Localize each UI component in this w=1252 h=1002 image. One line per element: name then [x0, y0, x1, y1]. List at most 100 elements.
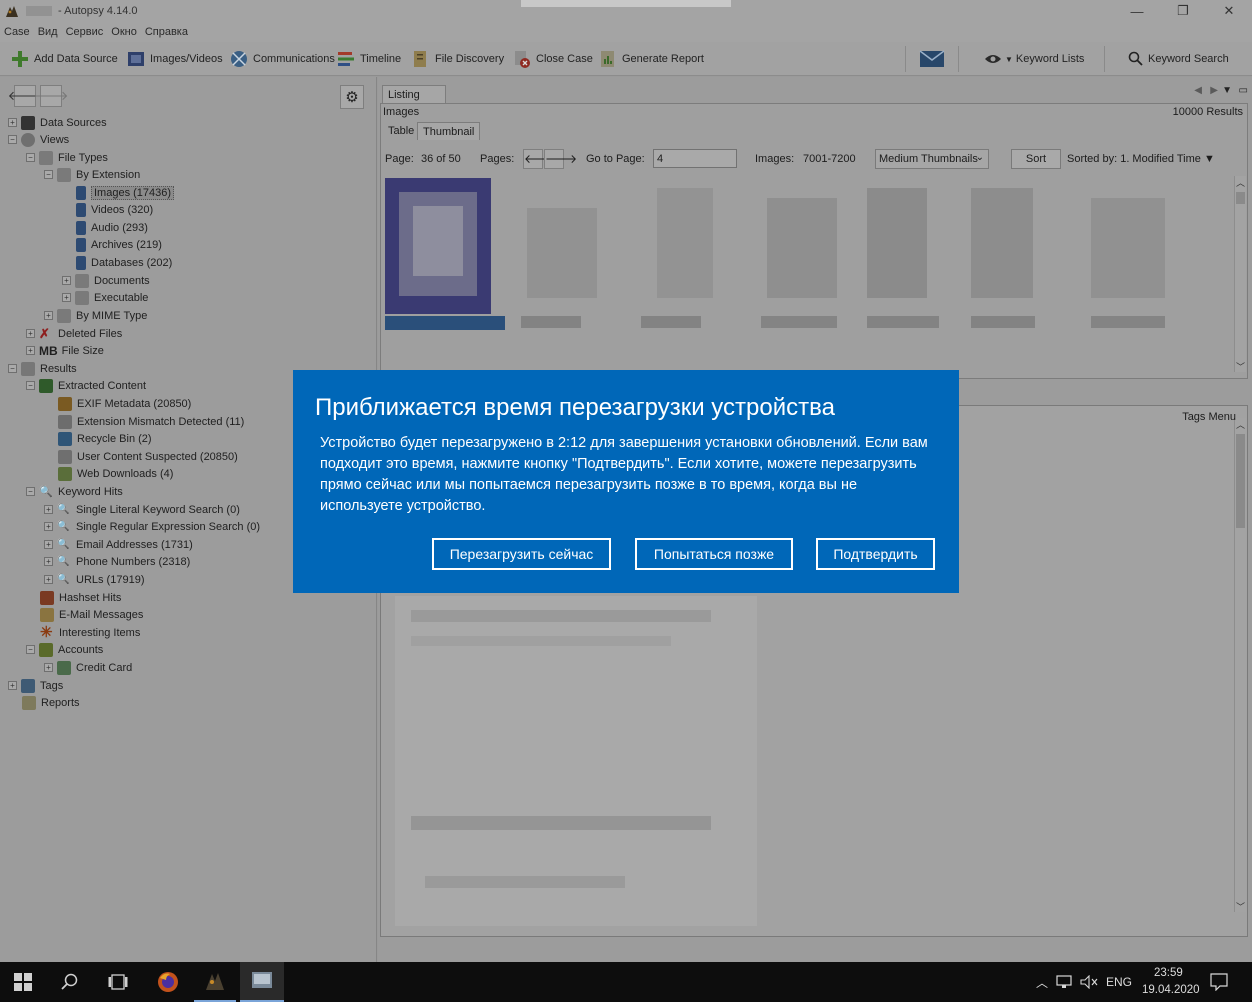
notifications-icon[interactable]: [1210, 973, 1228, 991]
clock-date[interactable]: 19.04.2020: [1142, 984, 1200, 996]
sort-button[interactable]: Sort: [1011, 149, 1061, 169]
collapse-icon[interactable]: −: [26, 381, 35, 390]
tree-item-documents[interactable]: + Documents: [62, 272, 150, 289]
tree-item-web-downloads[interactable]: Web Downloads (4): [58, 465, 173, 482]
expand-icon[interactable]: +: [62, 293, 71, 302]
tree-item-audio[interactable]: Audio (293): [76, 219, 148, 236]
tree-item-extension-mismatch[interactable]: Extension Mismatch Detected (11): [58, 413, 244, 430]
tab-thumbnail[interactable]: Thumbnail: [417, 122, 481, 140]
autopsy-taskbar-button[interactable]: [194, 962, 236, 1002]
expand-icon[interactable]: +: [44, 575, 53, 584]
goto-page-input[interactable]: [653, 149, 737, 168]
expand-icon[interactable]: +: [26, 329, 35, 338]
expand-icon[interactable]: +: [44, 522, 53, 531]
close-case-button[interactable]: Close Case: [512, 46, 593, 72]
network-icon[interactable]: [1056, 975, 1074, 989]
tree-item-by-mime-type[interactable]: + By MIME Type: [44, 307, 147, 324]
chevron-down-icon[interactable]: ﹀: [1235, 900, 1246, 912]
menu-help[interactable]: Справка: [145, 26, 188, 38]
language-indicator[interactable]: ENG: [1106, 975, 1132, 989]
clock-time[interactable]: 23:59: [1154, 967, 1183, 979]
tab-right-icon[interactable]: ▶: [1210, 85, 1218, 96]
thumbnail-item[interactable]: [637, 178, 737, 338]
scrollbar-thumb[interactable]: [1236, 192, 1245, 204]
communications-button[interactable]: Communications: [229, 46, 335, 72]
restart-now-button[interactable]: Перезагрузить сейчас: [432, 538, 611, 570]
scrollbar-thumb[interactable]: [1236, 434, 1245, 528]
gear-icon[interactable]: ⚙: [340, 85, 364, 109]
collapse-icon[interactable]: −: [8, 135, 17, 144]
expand-icon[interactable]: +: [44, 311, 53, 320]
close-button[interactable]: ✕: [1206, 0, 1252, 22]
tree-item-phone-numbers[interactable]: + 🔍 Phone Numbers (2318): [44, 553, 190, 570]
tree-item-data-sources[interactable]: + Data Sources: [8, 114, 107, 131]
volume-muted-icon[interactable]: [1080, 975, 1098, 989]
tree-item-deleted-files[interactable]: + ✗ Deleted Files: [26, 325, 122, 342]
thumbnail-scrollbar[interactable]: ︿ ﹀: [1234, 176, 1246, 372]
tree-item-recycle-bin[interactable]: Recycle Bin (2): [58, 430, 152, 447]
app-taskbar-button[interactable]: [240, 962, 284, 1002]
chevron-up-icon[interactable]: ︿: [1036, 974, 1048, 991]
thumbnail-item[interactable]: [867, 178, 967, 338]
forward-arrow-icon[interactable]: 🡒: [34, 85, 68, 107]
prev-page-arrow-icon[interactable]: 🡐: [523, 149, 556, 169]
collapse-icon[interactable]: −: [8, 364, 17, 373]
images-videos-button[interactable]: Images/Videos: [126, 46, 223, 72]
tree-item-videos[interactable]: Videos (320): [76, 201, 153, 218]
expand-icon[interactable]: +: [8, 118, 17, 127]
start-button[interactable]: [0, 962, 46, 1002]
thumbnail-item[interactable]: [971, 178, 1071, 338]
expand-icon[interactable]: +: [8, 681, 17, 690]
add-data-source-button[interactable]: Add Data Source: [10, 46, 118, 72]
taskbar-search-button[interactable]: [48, 962, 92, 1002]
confirm-button[interactable]: Подтвердить: [816, 538, 935, 570]
chevron-up-icon[interactable]: ︿: [1235, 176, 1246, 188]
tree-item-views[interactable]: − Views: [8, 131, 69, 148]
expand-icon[interactable]: +: [26, 346, 35, 355]
tree-item-file-types[interactable]: − File Types: [26, 149, 108, 166]
thumbnail-item[interactable]: [757, 178, 857, 338]
collapse-icon[interactable]: −: [26, 645, 35, 654]
tree-item-email-addresses[interactable]: + 🔍 Email Addresses (1731): [44, 536, 193, 553]
content-scrollbar[interactable]: ︿ ﹀: [1234, 418, 1246, 912]
thumbnail-item[interactable]: [385, 178, 505, 338]
thumbnail-item[interactable]: [1091, 178, 1191, 338]
tree-item-interesting-items[interactable]: ✳ Interesting Items: [40, 624, 140, 641]
tree-item-exif-metadata[interactable]: EXIF Metadata (20850): [58, 395, 191, 412]
thumbnail-size-select[interactable]: Medium Thumbnails ⌄: [875, 149, 989, 169]
menu-tools[interactable]: Сервис: [66, 26, 104, 38]
menu-view[interactable]: Вид: [38, 26, 58, 38]
tree-item-tags[interactable]: + Tags: [8, 677, 63, 694]
menu-window[interactable]: Окно: [111, 26, 137, 38]
timeline-button[interactable]: Timeline: [336, 46, 401, 72]
keyword-search-button[interactable]: Keyword Search: [1128, 46, 1229, 72]
tab-list-icon[interactable]: ▼: [1222, 85, 1232, 96]
tab-listing[interactable]: Listing: [382, 85, 446, 103]
tree-item-credit-card[interactable]: + Credit Card: [44, 659, 132, 676]
collapse-icon[interactable]: −: [44, 170, 53, 179]
tree-item-reports[interactable]: Reports: [22, 694, 80, 711]
expand-icon[interactable]: +: [62, 276, 71, 285]
tree-item-single-regex[interactable]: + 🔍 Single Regular Expression Search (0): [44, 518, 260, 535]
generate-report-button[interactable]: Generate Report: [598, 46, 704, 72]
collapse-icon[interactable]: −: [26, 153, 35, 162]
expand-icon[interactable]: +: [44, 663, 53, 672]
restore-button[interactable]: ❐: [1160, 0, 1206, 22]
expand-icon[interactable]: +: [44, 505, 53, 514]
thumbnail-item[interactable]: [517, 178, 617, 338]
tab-table[interactable]: Table: [383, 122, 419, 140]
menu-case[interactable]: Case: [4, 26, 30, 38]
collapse-icon[interactable]: −: [26, 487, 35, 496]
tree-item-executable[interactable]: + Executable: [62, 289, 148, 306]
tree-item-images[interactable]: Images (17436): [76, 184, 175, 201]
tree-item-urls[interactable]: + 🔍 URLs (17919): [44, 571, 144, 588]
tags-menu[interactable]: Tags Menu: [1182, 411, 1236, 423]
file-discovery-button[interactable]: File Discovery: [411, 46, 504, 72]
tree-item-databases[interactable]: Databases (202): [76, 254, 172, 271]
expand-icon[interactable]: +: [44, 540, 53, 549]
tree-item-user-content-suspected[interactable]: User Content Suspected (20850): [58, 448, 238, 465]
tab-left-icon[interactable]: ◀: [1194, 85, 1202, 96]
maximize-panel-icon[interactable]: ▭: [1239, 85, 1248, 96]
tree-item-accounts[interactable]: − Accounts: [26, 641, 103, 658]
try-later-button[interactable]: Попытаться позже: [635, 538, 793, 570]
